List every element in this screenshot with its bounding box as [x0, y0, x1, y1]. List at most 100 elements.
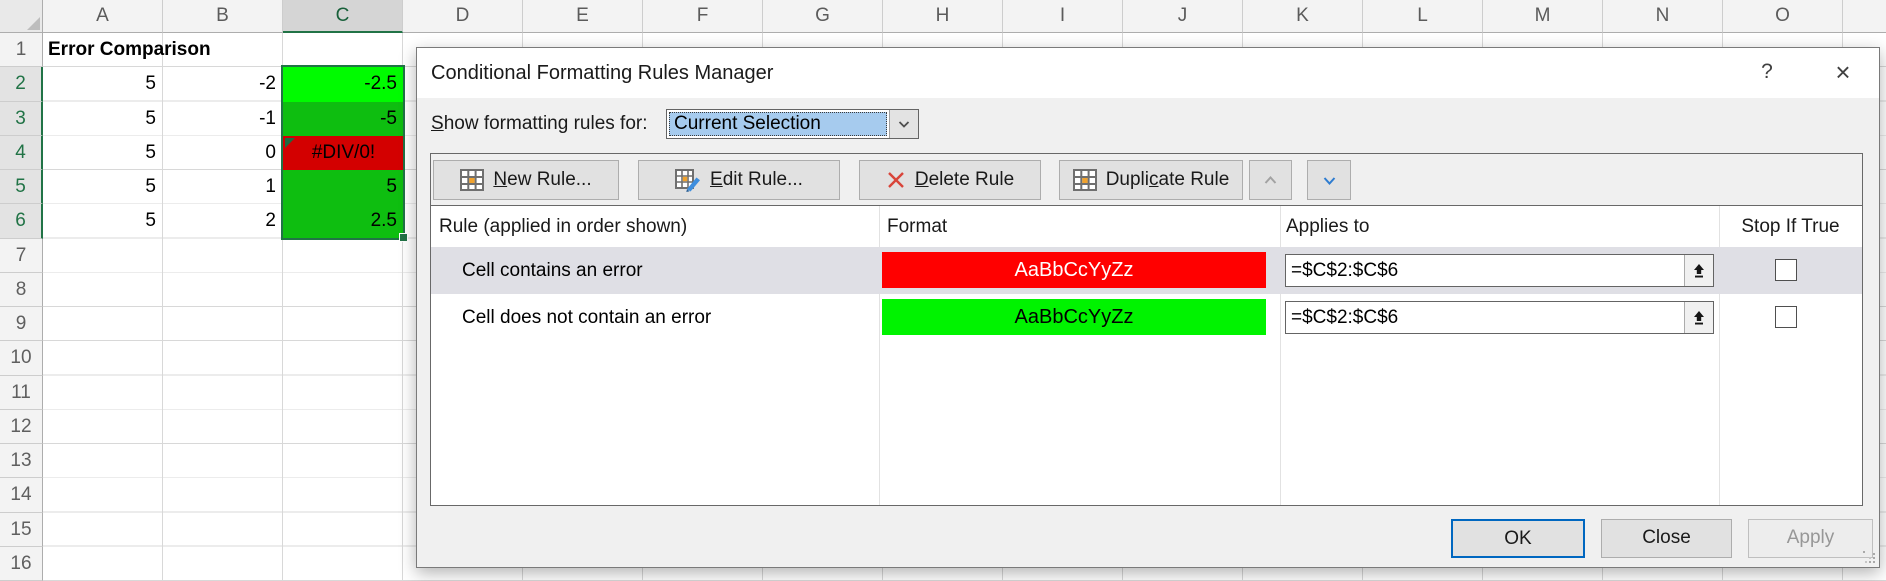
applies-to-value[interactable]: =$C$2:$C$6: [1286, 255, 1684, 286]
row-header-11[interactable]: 11: [0, 376, 43, 410]
format-preview[interactable]: AaBbCcYyZz: [882, 252, 1266, 288]
dialog-titlebar[interactable]: Conditional Formatting Rules Manager ? ×: [417, 48, 1879, 98]
edit-rule-button[interactable]: Edit Rule...: [638, 160, 840, 200]
edit-pencil-icon: [675, 169, 701, 192]
select-all-triangle-icon: [27, 17, 40, 30]
row-header-4[interactable]: 4: [0, 136, 43, 170]
dropdown-selected-value[interactable]: Current Selection: [669, 112, 887, 136]
row-header-15[interactable]: 15: [0, 513, 43, 547]
conditional-formatting-rules-manager-dialog: Conditional Formatting Rules Manager ? ×…: [416, 47, 1880, 568]
cell-c5[interactable]: 5: [283, 170, 404, 204]
column-header-a[interactable]: A: [43, 0, 163, 33]
column-header-k[interactable]: K: [1243, 0, 1363, 33]
range-picker-button[interactable]: [1684, 302, 1713, 333]
column-header-f[interactable]: F: [643, 0, 763, 33]
cell-b6[interactable]: 2: [163, 204, 283, 238]
column-header-l[interactable]: L: [1363, 0, 1483, 33]
cell-b2[interactable]: -2: [163, 67, 283, 101]
delete-rule-label: Delete Rule: [915, 169, 1014, 191]
move-rule-down-button[interactable]: [1307, 160, 1351, 200]
column-header-h[interactable]: H: [883, 0, 1003, 33]
applies-to-input[interactable]: =$C$2:$C$6: [1285, 301, 1714, 334]
duplicate-rule-button[interactable]: Duplicate Rule: [1059, 160, 1243, 200]
rules-list: Rule (applied in order shown) Format App…: [431, 206, 1862, 505]
column-header-e[interactable]: E: [523, 0, 643, 33]
resize-grip[interactable]: [1863, 551, 1875, 563]
stop-if-true-checkbox[interactable]: [1775, 306, 1797, 328]
help-button[interactable]: ?: [1745, 48, 1789, 98]
cell-a1[interactable]: Error Comparison: [43, 33, 283, 67]
edit-rule-label: Edit Rule...: [710, 169, 803, 191]
column-header-g[interactable]: G: [763, 0, 883, 33]
dropdown-chevron-button[interactable]: [889, 110, 918, 138]
column-header-d[interactable]: D: [403, 0, 523, 33]
fill-handle[interactable]: [399, 233, 408, 242]
column-header-n[interactable]: N: [1603, 0, 1723, 33]
cell-a6[interactable]: 5: [43, 204, 163, 238]
show-rules-dropdown[interactable]: Current Selection: [666, 109, 919, 139]
rule-row-error[interactable]: Cell contains an error AaBbCcYyZz =$C$2:…: [431, 247, 1862, 294]
new-rule-button[interactable]: New Rule...: [433, 160, 619, 200]
column-header-o[interactable]: O: [1723, 0, 1843, 33]
ok-button[interactable]: OK: [1451, 519, 1585, 558]
close-button[interactable]: Close: [1601, 519, 1732, 558]
red-x-icon: [886, 170, 906, 190]
applies-to-input[interactable]: =$C$2:$C$6: [1285, 254, 1714, 287]
row-header-7[interactable]: 7: [0, 239, 43, 273]
cell-c4-error[interactable]: #DIV/0!: [283, 136, 404, 170]
chevron-up-icon: [1262, 172, 1279, 189]
format-preview[interactable]: AaBbCcYyZz: [882, 299, 1266, 335]
row-header-1[interactable]: 1: [0, 33, 43, 67]
chevron-down-icon: [1321, 172, 1338, 189]
cell-b4[interactable]: 0: [163, 136, 283, 170]
column-header-c-selected[interactable]: C: [283, 0, 403, 33]
applies-to-value[interactable]: =$C$2:$C$6: [1286, 302, 1684, 333]
row-header-12[interactable]: 12: [0, 410, 43, 444]
row-header-5[interactable]: 5: [0, 170, 43, 204]
dialog-title: Conditional Formatting Rules Manager: [431, 48, 773, 98]
row-header-6[interactable]: 6: [0, 204, 43, 238]
label-rest: how formatting rules for:: [444, 113, 648, 134]
cell-a5[interactable]: 5: [43, 170, 163, 204]
show-formatting-rules-label: Show formatting rules for:: [431, 109, 648, 139]
cell-b3[interactable]: -1: [163, 102, 283, 136]
row-header-14[interactable]: 14: [0, 478, 43, 512]
rules-toolbar: New Rule... Edit Rule... Delete Rule Dup…: [431, 154, 1862, 206]
cell-c6[interactable]: 2.5: [283, 204, 404, 238]
row-header-2[interactable]: 2: [0, 67, 43, 101]
column-header-m[interactable]: M: [1483, 0, 1603, 33]
row-header-10[interactable]: 10: [0, 341, 43, 375]
cell-a4[interactable]: 5: [43, 136, 163, 170]
apply-button-disabled[interactable]: Apply: [1748, 519, 1873, 558]
select-all-corner[interactable]: [0, 0, 43, 33]
collapse-range-icon: [1692, 263, 1706, 279]
row-header-3[interactable]: 3: [0, 102, 43, 136]
column-header-i[interactable]: I: [1003, 0, 1123, 33]
column-header-partial[interactable]: [1843, 0, 1886, 33]
stop-if-true-checkbox[interactable]: [1775, 259, 1797, 281]
close-icon[interactable]: ×: [1821, 48, 1865, 98]
rule-row-no-error[interactable]: Cell does not contain an error AaBbCcYyZ…: [431, 294, 1862, 341]
header-rule: Rule (applied in order shown): [439, 206, 687, 247]
column-header-b[interactable]: B: [163, 0, 283, 33]
row-header-9[interactable]: 9: [0, 307, 43, 341]
error-indicator-triangle: [285, 138, 295, 148]
cell-a2[interactable]: 5: [43, 67, 163, 101]
range-picker-button[interactable]: [1684, 255, 1713, 286]
cell-c3[interactable]: -5: [283, 102, 404, 136]
table-grid-icon: [460, 169, 484, 191]
cell-b5[interactable]: 1: [163, 170, 283, 204]
column-header-j[interactable]: J: [1123, 0, 1243, 33]
table-grid-icon: [1073, 169, 1097, 191]
move-rule-up-button[interactable]: [1249, 160, 1292, 200]
delete-rule-button[interactable]: Delete Rule: [859, 160, 1041, 200]
header-applies-to: Applies to: [1286, 206, 1369, 247]
rule-description: Cell does not contain an error: [462, 294, 711, 341]
new-rule-label: New Rule...: [493, 169, 591, 191]
row-header-13[interactable]: 13: [0, 444, 43, 478]
cell-c2-active[interactable]: -2.5: [283, 67, 404, 101]
row-header-16[interactable]: 16: [0, 547, 43, 581]
column-header-row: A B C D E F G H I J K L M N O: [0, 0, 1886, 33]
row-header-8[interactable]: 8: [0, 273, 43, 307]
cell-a3[interactable]: 5: [43, 102, 163, 136]
